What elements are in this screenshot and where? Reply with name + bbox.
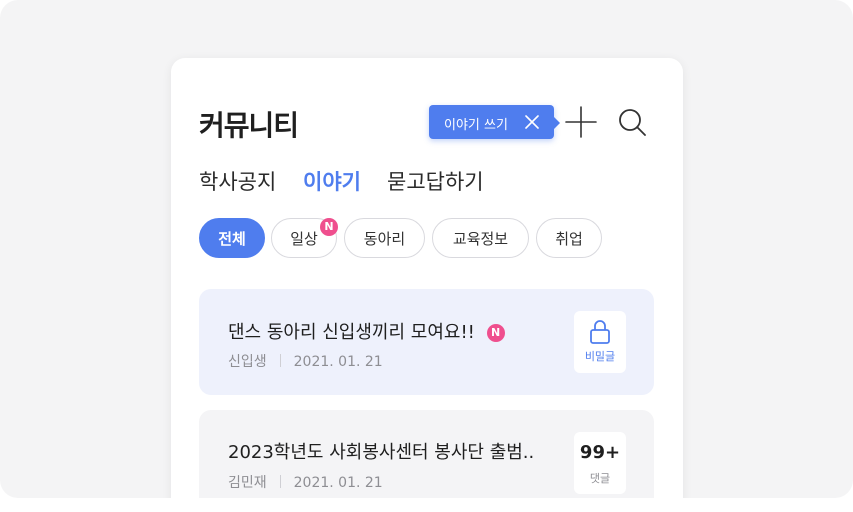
tooltip-label: 이야기 쓰기	[444, 118, 508, 133]
post-title: 2023학년도 사회봉사센터 봉사단 출범..	[228, 442, 535, 463]
post-date: 2021. 01. 21	[293, 354, 383, 370]
chip-label: 일상	[290, 230, 318, 248]
chip-club[interactable]: 동아리	[344, 218, 425, 258]
chip-education[interactable]: 교육정보	[432, 218, 529, 258]
comment-count: 99+	[579, 442, 621, 463]
community-panel: 커뮤니티 이야기 쓰기 학사공지 이야기 묻고답하기 전체 일상 N 동아리 교…	[171, 58, 683, 498]
meta-divider	[279, 475, 281, 488]
lock-icon	[590, 320, 610, 344]
comment-count-box: 99+ 댓글	[574, 432, 626, 494]
comment-label: 댓글	[589, 472, 611, 485]
post-author: 신입생	[228, 354, 267, 370]
chip-job[interactable]: 취업	[536, 218, 602, 258]
chip-all[interactable]: 전체	[199, 218, 265, 258]
tab-qna[interactable]: 묻고답하기	[387, 166, 484, 196]
tab-notice[interactable]: 학사공지	[199, 166, 276, 196]
page-background: 커뮤니티 이야기 쓰기 학사공지 이야기 묻고답하기 전체 일상 N 동아리 교…	[0, 0, 853, 498]
post-item[interactable]: 댄스 동아리 신입생끼리 모여요!! N 신입생 2021. 01. 21 비밀글	[199, 289, 654, 395]
post-title-text: 댄스 동아리 신입생끼리 모여요!!	[228, 322, 475, 343]
plus-icon[interactable]	[564, 105, 598, 139]
new-badge: N	[320, 218, 338, 236]
post-meta: 김민재 2021. 01. 21	[228, 472, 383, 492]
post-author: 김민재	[228, 475, 267, 491]
post-title: 댄스 동아리 신입생끼리 모여요!! N	[228, 318, 505, 344]
page-title: 커뮤니티	[199, 109, 299, 142]
secret-indicator: 비밀글	[574, 311, 626, 373]
tab-story[interactable]: 이야기	[303, 166, 361, 196]
close-icon[interactable]	[524, 114, 540, 130]
post-meta: 신입생 2021. 01. 21	[228, 351, 383, 371]
secret-label: 비밀글	[584, 350, 616, 363]
tooltip-arrow	[554, 117, 560, 129]
post-item[interactable]: 2023학년도 사회봉사센터 봉사단 출범.. 김민재 2021. 01. 21 …	[199, 410, 654, 498]
search-icon[interactable]	[615, 105, 649, 139]
meta-divider	[279, 354, 281, 367]
post-date: 2021. 01. 21	[293, 475, 383, 491]
write-story-tooltip: 이야기 쓰기	[429, 105, 560, 139]
new-badge: N	[486, 324, 505, 342]
